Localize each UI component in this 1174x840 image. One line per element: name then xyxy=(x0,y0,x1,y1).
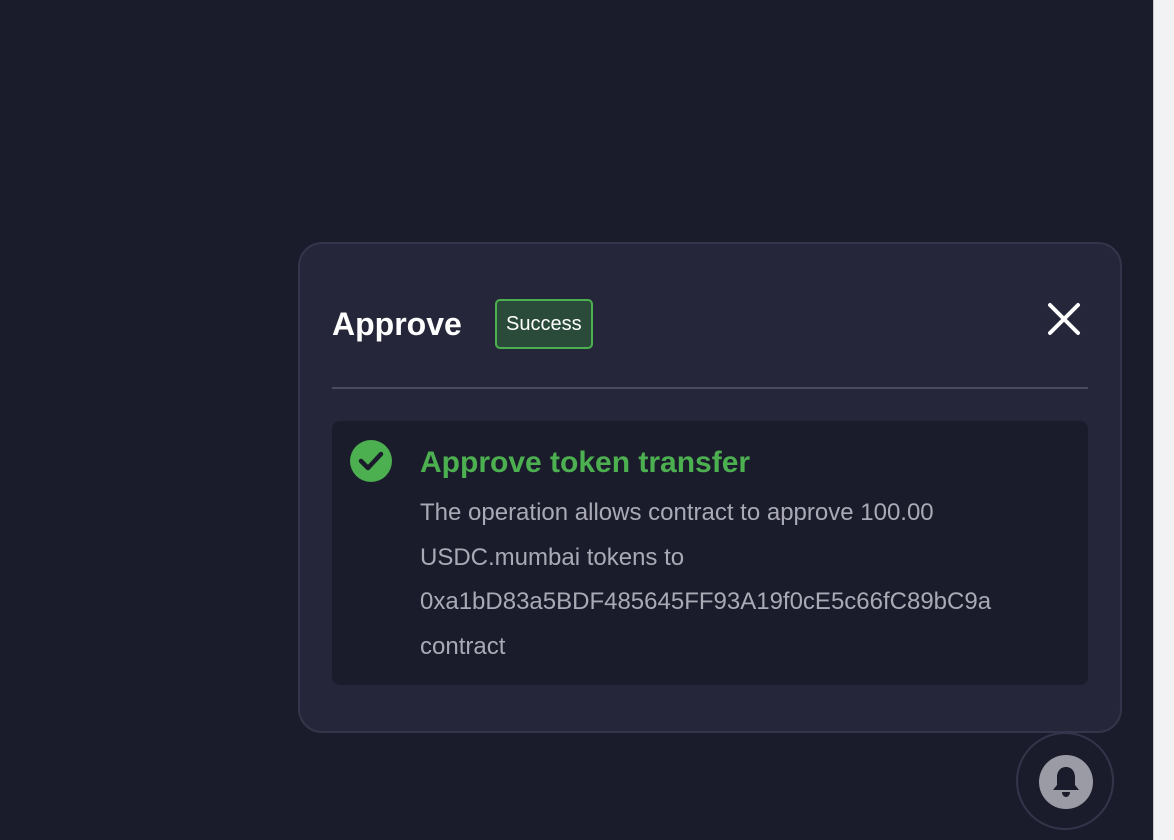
operation-description: The operation allows contract to approve… xyxy=(420,491,1080,669)
description-line: contract xyxy=(420,632,506,660)
status-badge: Success xyxy=(495,299,593,349)
description-line: The operation allows contract to approve… xyxy=(420,499,934,526)
close-button[interactable] xyxy=(1044,299,1084,339)
modal-title: Approve xyxy=(332,306,462,342)
description-line: 0xa1bD83a5BDF485645FF93A19f0cE5c66fC89bC… xyxy=(420,588,992,615)
transaction-modal: Approve Success Approve token transfer T… xyxy=(298,242,1122,733)
close-icon xyxy=(1048,303,1080,335)
operation-title: Approve token transfer xyxy=(420,446,751,479)
notifications-button-inner xyxy=(1039,755,1093,809)
divider xyxy=(332,387,1088,389)
description-line: USDC.mumbai tokens to xyxy=(420,543,685,571)
bell-icon xyxy=(1053,767,1079,797)
operation-card: Approve token transfer The operation all… xyxy=(332,421,1088,685)
window-edge xyxy=(1153,0,1174,840)
check-circle-icon xyxy=(350,440,392,482)
notifications-button[interactable] xyxy=(1016,732,1114,830)
